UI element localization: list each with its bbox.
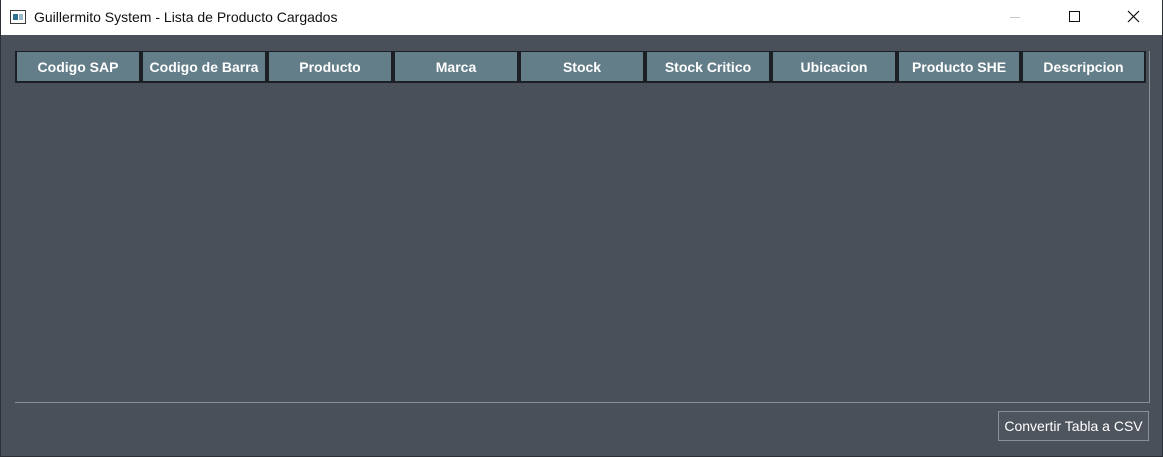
- column-header-descripcion[interactable]: Descripcion: [1021, 51, 1146, 83]
- export-csv-button[interactable]: Convertir Tabla a CSV: [998, 411, 1149, 441]
- column-header-codigo-sap[interactable]: Codigo SAP: [15, 51, 141, 83]
- column-header-ubicacion[interactable]: Ubicacion: [771, 51, 897, 83]
- application-window: Guillermito System - Lista de Producto C…: [0, 0, 1163, 457]
- close-button[interactable]: [1109, 0, 1155, 35]
- column-header-stock[interactable]: Stock: [519, 51, 645, 83]
- column-header-producto[interactable]: Producto: [267, 51, 393, 83]
- column-header-codigo-de-barra[interactable]: Codigo de Barra: [141, 51, 267, 83]
- maximize-button[interactable]: [1051, 0, 1097, 35]
- minimize-icon: [1010, 17, 1020, 18]
- window-title: Guillermito System - Lista de Producto C…: [34, 9, 338, 25]
- main-content: Codigo SAP Codigo de Barra Producto Marc…: [1, 35, 1162, 456]
- minimize-button[interactable]: [992, 0, 1038, 35]
- column-header-stock-critico[interactable]: Stock Critico: [645, 51, 771, 83]
- maximize-icon: [1069, 11, 1080, 22]
- close-icon: [1127, 10, 1140, 23]
- title-bar[interactable]: Guillermito System - Lista de Producto C…: [1, 0, 1162, 35]
- product-table[interactable]: Codigo SAP Codigo de Barra Producto Marc…: [15, 51, 1150, 403]
- column-header-marca[interactable]: Marca: [393, 51, 519, 83]
- table-header-row: Codigo SAP Codigo de Barra Producto Marc…: [15, 51, 1146, 83]
- app-icon: [10, 10, 26, 24]
- column-header-producto-she[interactable]: Producto SHE: [897, 51, 1021, 83]
